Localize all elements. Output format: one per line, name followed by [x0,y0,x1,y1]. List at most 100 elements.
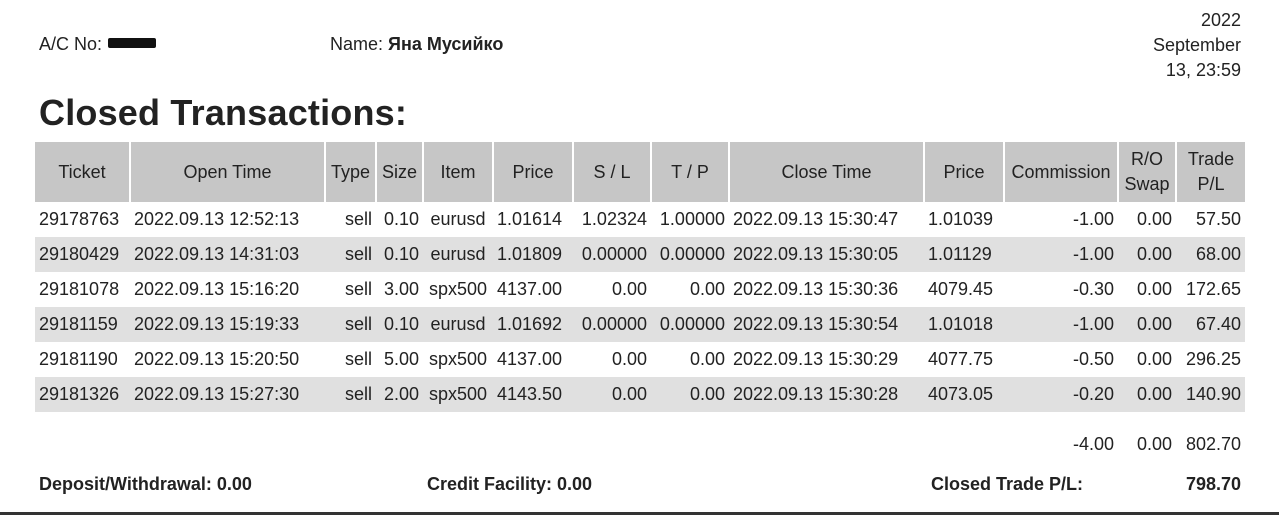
table-cell: sell [344,209,372,229]
table-cell: 2022.09.13 12:52:13 [134,209,300,229]
table-cell: 68.00 [1176,237,1245,272]
table-cell: 0.00 [611,349,647,369]
table-cell: 2.00 [376,377,423,412]
table-row: 29181159 2022.09.13 15:19:33 sell 0.10 eurus… [35,307,1245,342]
table-cell: sell [344,349,372,369]
column-header: Item [423,142,494,202]
name-value: Яна Мусийко [388,34,504,54]
account-number: A/C No: [39,34,157,55]
page-title: Closed Transactions: [39,92,408,133]
table-cell: 2022.09.13 15:30:36 [733,279,899,299]
table-cell: 172.65 [1185,279,1241,299]
table-cell: 1.01129 [924,237,1004,272]
table-cell: 0.00 [611,279,647,299]
table-cell: 0.00 [651,377,729,412]
table-cell: 29181190 [39,349,118,369]
report-date-year: 2022 [1200,10,1241,30]
table-cell: 1.02324 [581,209,647,229]
column-header-line: S / L [593,161,631,182]
empty-cell [573,412,651,466]
column-header-line: Commission [1011,161,1111,182]
empty-cell [493,412,573,466]
table-cell: -0.20 [1004,377,1118,412]
table-cell: 3.00 [383,279,419,299]
table-cell: 0.10 [376,307,423,342]
table-cell: 57.50 [1195,209,1241,229]
table-cell: 2022.09.13 15:30:05 [729,237,924,272]
table-cell: sell [344,279,372,299]
table-cell: 0.00 [1136,209,1172,229]
table-cell: 140.90 [1176,377,1245,412]
table-cell: 0.00 [1118,307,1176,342]
column-header: T / P [651,142,730,202]
empty-cell [651,412,729,466]
table-cell: eurusd [423,237,493,272]
table-cell: 1.01018 [924,307,1004,342]
table-cell: -0.30 [1072,279,1114,299]
table-cell: 29180429 [35,237,130,272]
table-cell: 2022.09.13 14:31:03 [130,237,325,272]
table-cell: 2022.09.13 15:19:33 [130,307,325,342]
table-cell: 4079.45 [928,279,994,299]
table-cell: 1.01039 [928,209,994,229]
closed-trade-pl-label: Closed Trade P/L: [931,474,1084,494]
table-cell: eurusd [430,209,486,229]
account-holder-name: Name: Яна Мусийко [330,34,503,55]
credit-facility: Credit Facility: 0.00 [427,474,593,494]
table-cell: -0.50 [1072,349,1114,369]
table-cell: 29181078 [39,279,120,299]
column-header: Price [493,142,574,202]
table-cell: 0.10 [383,209,419,229]
table-cell: 0.00000 [651,237,729,272]
table-cell: 2022.09.13 15:20:50 [134,349,300,369]
table-cell: 4143.50 [493,377,573,412]
table-row: 29181190 2022.09.13 15:20:50 sell 5.00 spx50… [35,342,1245,377]
table-cell: 1.00000 [659,209,725,229]
column-header-line: Swap [1124,174,1170,194]
table-cell: spx500 [428,279,488,299]
name-label: Name: [330,34,384,54]
table-cell: 2022.09.13 15:16:20 [134,279,300,299]
column-header-line: T / P [671,161,709,182]
empty-cell [924,412,1004,466]
empty-cell [729,412,924,466]
table-cell: 2022.09.13 15:30:29 [733,349,899,369]
column-header-line: Close Time [781,161,872,182]
column-header: Size [376,142,424,202]
table-cell: sell [325,377,376,412]
table-row: 29178763 2022.09.13 12:52:13 sell 0.10 eurus… [35,202,1245,237]
column-header: Close Time [729,142,925,202]
redacted-account-number [108,38,157,49]
table-cell: 4137.00 [497,279,563,299]
table-cell: spx500 [423,377,493,412]
table-cell: -1.00 [1072,209,1114,229]
report-date-month: September [1152,35,1241,55]
table-cell: 4073.05 [924,377,1004,412]
table-row: 29181078 2022.09.13 15:16:20 sell 3.00 spx50… [35,272,1245,307]
table-cell: 29178763 [39,209,120,229]
column-header: Commission [1004,142,1119,202]
table-cell: 0.00 [573,377,651,412]
column-header: Trade P/L [1176,142,1245,202]
table-cell: sell [325,307,376,342]
empty-cell [423,412,493,466]
column-header-line: Ticket [58,161,106,182]
table-cell: 0.00 [1136,349,1172,369]
column-header: Open Time [130,142,326,202]
table-cell: 2022.09.13 15:27:30 [130,377,325,412]
table-cell: 0.00 [689,349,725,369]
table-body: 29178763 2022.09.13 12:52:13 sell 0.10 eurus… [35,202,1245,466]
table-cell: 29181159 [35,307,130,342]
table-cell: 0.00 [689,279,725,299]
table-cell: 296.25 [1185,349,1241,369]
table-cell: 0.00 [1118,237,1176,272]
totals-row: -4.00 0.00 802.70 [35,412,1245,466]
closed-trade-pl-value: 798.70 [1185,474,1241,494]
column-header: Ticket [35,142,131,202]
column-header-line: Trade [1187,149,1235,169]
table-cell: -1.00 [1004,237,1118,272]
table-row: 29181326 2022.09.13 15:27:30 sell 2.00 spx50… [35,377,1245,412]
report-date: 2022 September 13, 23:59 [1041,8,1241,83]
column-header-line: Price [943,161,985,182]
empty-cell [376,412,423,466]
